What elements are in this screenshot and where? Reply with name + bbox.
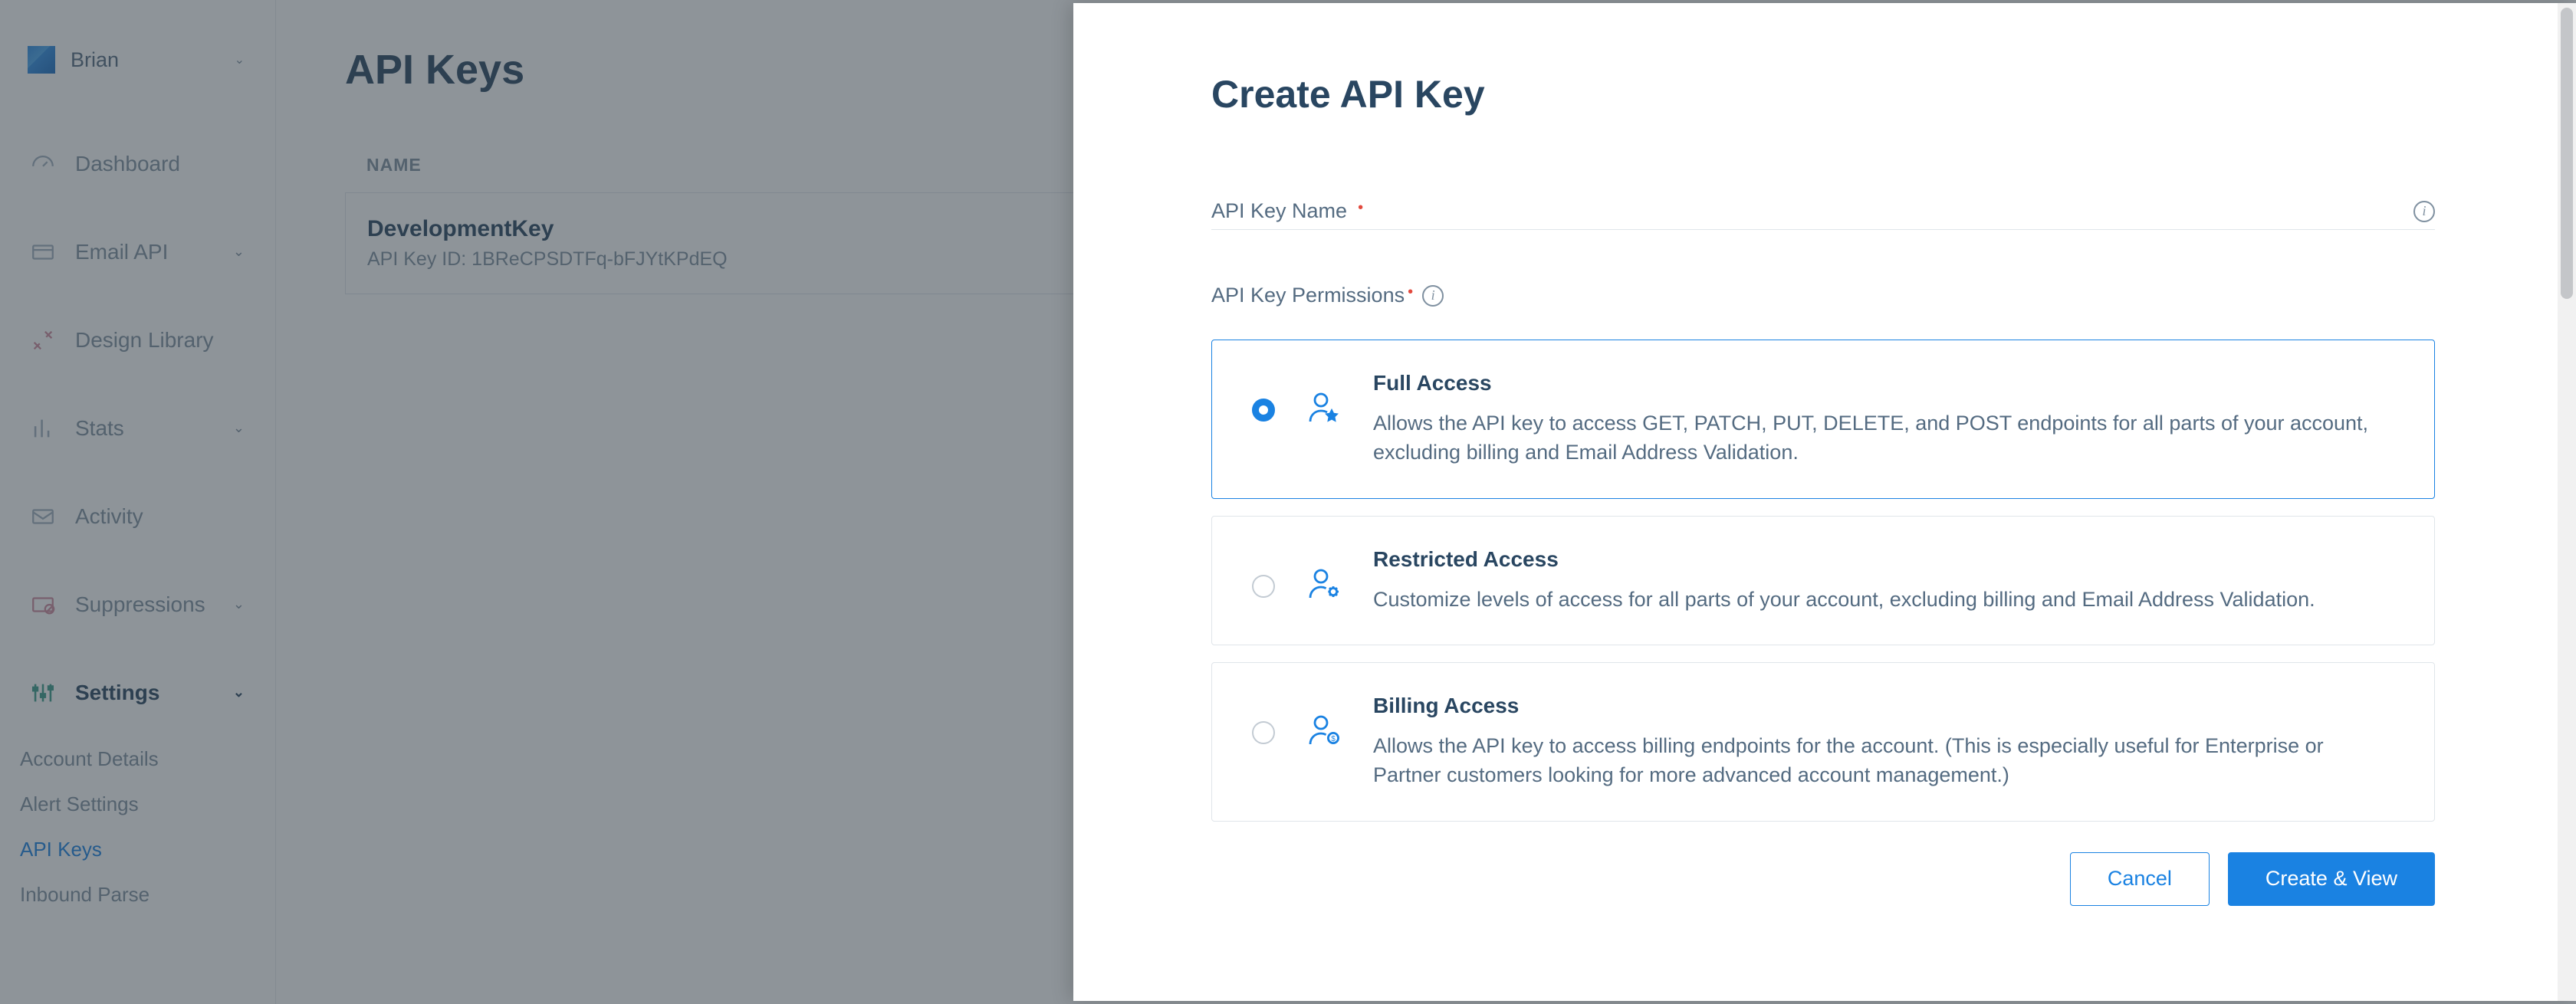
user-gear-icon <box>1306 566 1342 602</box>
option-title: Full Access <box>1373 371 2394 395</box>
required-indicator: • <box>1408 284 1413 301</box>
user-dollar-icon: $ <box>1306 712 1342 749</box>
required-indicator: • <box>1358 199 1363 217</box>
create-view-button[interactable]: Create & View <box>2228 852 2435 906</box>
drawer-footer-buttons: Cancel Create & View <box>1211 852 2435 906</box>
drawer-scrollbar[interactable] <box>2558 3 2576 1001</box>
cancel-button[interactable]: Cancel <box>2070 852 2210 906</box>
app-root: Brian ⌄ Dashboard Email API ⌄ <box>0 0 2576 1004</box>
option-billing-access[interactable]: $ Billing Access Allows the API key to a… <box>1211 662 2435 822</box>
option-desc: Customize levels of access for all parts… <box>1373 586 2394 615</box>
option-full-access[interactable]: Full Access Allows the API key to access… <box>1211 340 2435 499</box>
radio-unselected[interactable] <box>1252 721 1275 744</box>
permissions-label-row: API Key Permissions • i <box>1211 284 2435 307</box>
option-desc: Allows the API key to access GET, PATCH,… <box>1373 409 2394 468</box>
api-key-name-input[interactable]: API Key Name • i <box>1211 193 2435 230</box>
create-api-key-drawer: Create API Key API Key Name • i API Key … <box>1073 3 2573 1001</box>
api-key-name-label: API Key Name <box>1211 199 1347 223</box>
info-icon[interactable]: i <box>1422 285 1444 307</box>
svg-text:$: $ <box>1331 735 1336 743</box>
option-title: Billing Access <box>1373 694 2394 718</box>
radio-selected[interactable] <box>1252 399 1275 422</box>
option-title: Restricted Access <box>1373 547 2394 572</box>
option-restricted-access[interactable]: Restricted Access Customize levels of ac… <box>1211 516 2435 646</box>
user-star-icon <box>1306 389 1342 426</box>
drawer-title: Create API Key <box>1211 72 2435 116</box>
field-api-key-name: API Key Name • i <box>1211 193 2435 230</box>
option-desc: Allows the API key to access billing end… <box>1373 732 2394 790</box>
info-icon[interactable]: i <box>2413 201 2435 222</box>
radio-unselected[interactable] <box>1252 575 1275 598</box>
permissions-label: API Key Permissions <box>1211 284 1405 307</box>
